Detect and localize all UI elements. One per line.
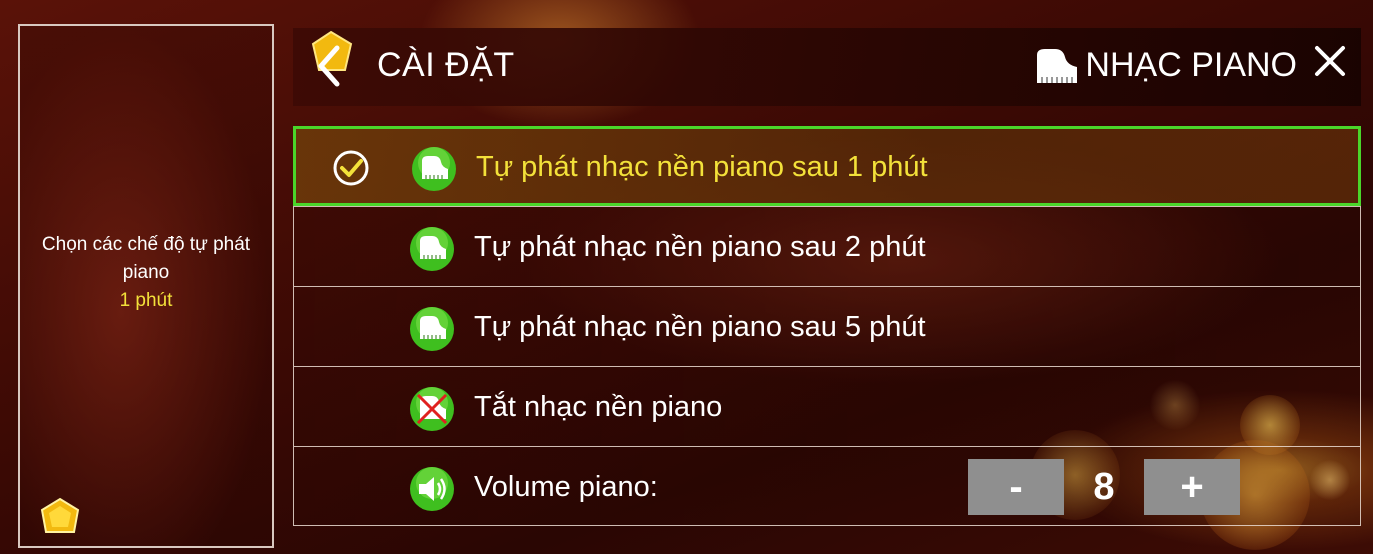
option-row-5-minutes[interactable]: Tự phát nhạc nền piano sau 5 phút xyxy=(293,286,1361,366)
mode-summary-value: 1 phút xyxy=(119,290,173,311)
section-title: NHẠC PIANO xyxy=(1033,46,1297,85)
volume-increase-button[interactable]: + xyxy=(1144,459,1240,515)
gem-icon xyxy=(40,497,80,533)
back-arrow-icon[interactable] xyxy=(303,30,353,90)
option-label: Tự phát nhạc nền piano sau 2 phút xyxy=(474,231,926,263)
volume-decrease-button[interactable]: - xyxy=(968,459,1064,515)
volume-row: Volume piano: - 8 + xyxy=(293,446,1361,526)
option-label: Tắt nhạc nền piano xyxy=(474,391,723,423)
section-title-label: NHẠC PIANO xyxy=(1085,46,1297,84)
piano-options-list: Tự phát nhạc nền piano sau 1 phút Tự phá… xyxy=(293,126,1361,526)
settings-header: CÀI ĐẶT NHẠC PIANO xyxy=(293,28,1361,106)
volume-label: Volume piano: xyxy=(474,471,658,503)
grand-piano-icon xyxy=(1037,48,1078,83)
piano-icon xyxy=(412,147,456,191)
option-row-1-minute[interactable]: Tự phát nhạc nền piano sau 1 phút xyxy=(293,126,1361,206)
speaker-icon xyxy=(410,467,454,511)
mode-summary-description: Chọn các chế độ tự phát piano xyxy=(41,234,251,283)
option-row-2-minutes[interactable]: Tự phát nhạc nền piano sau 2 phút xyxy=(293,206,1361,286)
option-label: Tự phát nhạc nền piano sau 1 phút xyxy=(476,151,928,183)
check-circle-icon xyxy=(333,150,369,186)
option-row-off[interactable]: Tắt nhạc nền piano xyxy=(293,366,1361,446)
piano-icon xyxy=(410,227,454,271)
volume-stepper: - 8 + xyxy=(968,459,1240,515)
mode-summary-panel: Chọn các chế độ tự phát piano 1 phút xyxy=(18,24,274,548)
piano-off-icon xyxy=(410,387,454,431)
page-title: CÀI ĐẶT xyxy=(377,46,515,84)
close-icon[interactable] xyxy=(1313,44,1347,78)
option-label: Tự phát nhạc nền piano sau 5 phút xyxy=(474,311,926,343)
mode-summary-text: Chọn các chế độ tự phát piano 1 phút xyxy=(20,231,272,315)
volume-value: 8 xyxy=(1093,465,1115,508)
piano-icon xyxy=(410,307,454,351)
